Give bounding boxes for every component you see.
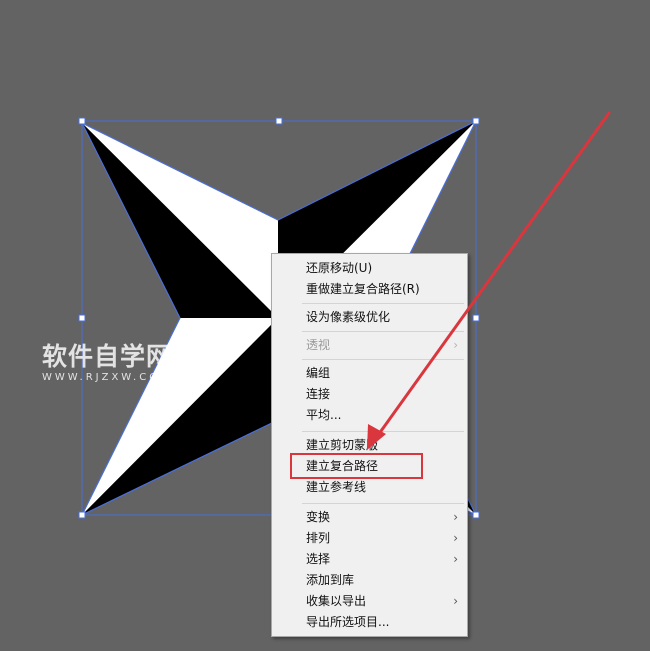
- submenu-arrow-icon: ›: [453, 510, 458, 524]
- menu-item-undo-move[interactable]: 还原移动(U): [272, 258, 467, 279]
- menu-item-join[interactable]: 连接: [272, 384, 467, 405]
- menu-separator: [302, 359, 464, 360]
- bbox-handle[interactable]: [472, 511, 480, 519]
- annotation-highlight-box: [290, 453, 423, 479]
- menu-item-perspective[interactable]: 透视 ›: [272, 335, 467, 356]
- menu-item-label: 选择: [306, 552, 331, 566]
- menu-item-label: 建立剪切蒙版: [306, 438, 379, 452]
- menu-item-label: 建立参考线: [306, 480, 367, 494]
- menu-item-group[interactable]: 编组: [272, 363, 467, 384]
- menu-item-label: 重做建立复合路径(R): [306, 282, 420, 296]
- menu-item-label: 透视: [306, 338, 331, 352]
- watermark: 软件自学网 WWW.RJZXW.COM: [42, 344, 172, 383]
- watermark-title: 软件自学网: [42, 342, 173, 371]
- submenu-arrow-icon: ›: [453, 552, 458, 566]
- menu-item-pixel-optimize[interactable]: 设为像素级优化: [272, 307, 467, 328]
- menu-item-collect-for-export[interactable]: 收集以导出 ›: [272, 591, 467, 612]
- menu-item-label: 变换: [306, 510, 331, 524]
- submenu-arrow-icon: ›: [453, 531, 458, 545]
- bbox-handle[interactable]: [472, 117, 480, 125]
- bbox-handle[interactable]: [275, 117, 283, 125]
- bbox-handle[interactable]: [78, 117, 86, 125]
- menu-item-label: 连接: [306, 387, 331, 401]
- menu-item-label: 还原移动(U): [306, 261, 373, 275]
- menu-separator: [302, 331, 464, 332]
- context-menu: 还原移动(U) 重做建立复合路径(R) 设为像素级优化 透视 › 编组 连接 平均…: [271, 253, 468, 637]
- menu-item-redo-compound-path[interactable]: 重做建立复合路径(R): [272, 279, 467, 300]
- bbox-handle[interactable]: [78, 314, 86, 322]
- menu-item-add-to-library[interactable]: 添加到库: [272, 570, 467, 591]
- menu-separator: [302, 431, 464, 432]
- menu-item-export-selection[interactable]: 导出所选项目...: [272, 612, 467, 633]
- menu-item-label: 编组: [306, 366, 331, 380]
- menu-separator: [302, 503, 464, 504]
- bbox-handle[interactable]: [472, 314, 480, 322]
- watermark-url: WWW.RJZXW.COM: [42, 372, 172, 383]
- submenu-arrow-icon: ›: [453, 338, 458, 352]
- bbox-handle[interactable]: [78, 511, 86, 519]
- menu-item-label: 排列: [306, 531, 331, 545]
- menu-item-make-guides[interactable]: 建立参考线: [272, 477, 467, 498]
- menu-item-label: 导出所选项目...: [306, 615, 390, 629]
- menu-item-label: 添加到库: [306, 573, 355, 587]
- menu-item-label: 收集以导出: [306, 594, 367, 608]
- menu-item-average[interactable]: 平均...: [272, 405, 467, 426]
- menu-item-transform[interactable]: 变换 ›: [272, 507, 467, 528]
- menu-item-arrange[interactable]: 排列 ›: [272, 528, 467, 549]
- submenu-arrow-icon: ›: [453, 594, 458, 608]
- menu-item-label: 设为像素级优化: [306, 310, 391, 324]
- menu-separator: [302, 303, 464, 304]
- menu-item-select[interactable]: 选择 ›: [272, 549, 467, 570]
- menu-item-label: 平均...: [306, 408, 342, 422]
